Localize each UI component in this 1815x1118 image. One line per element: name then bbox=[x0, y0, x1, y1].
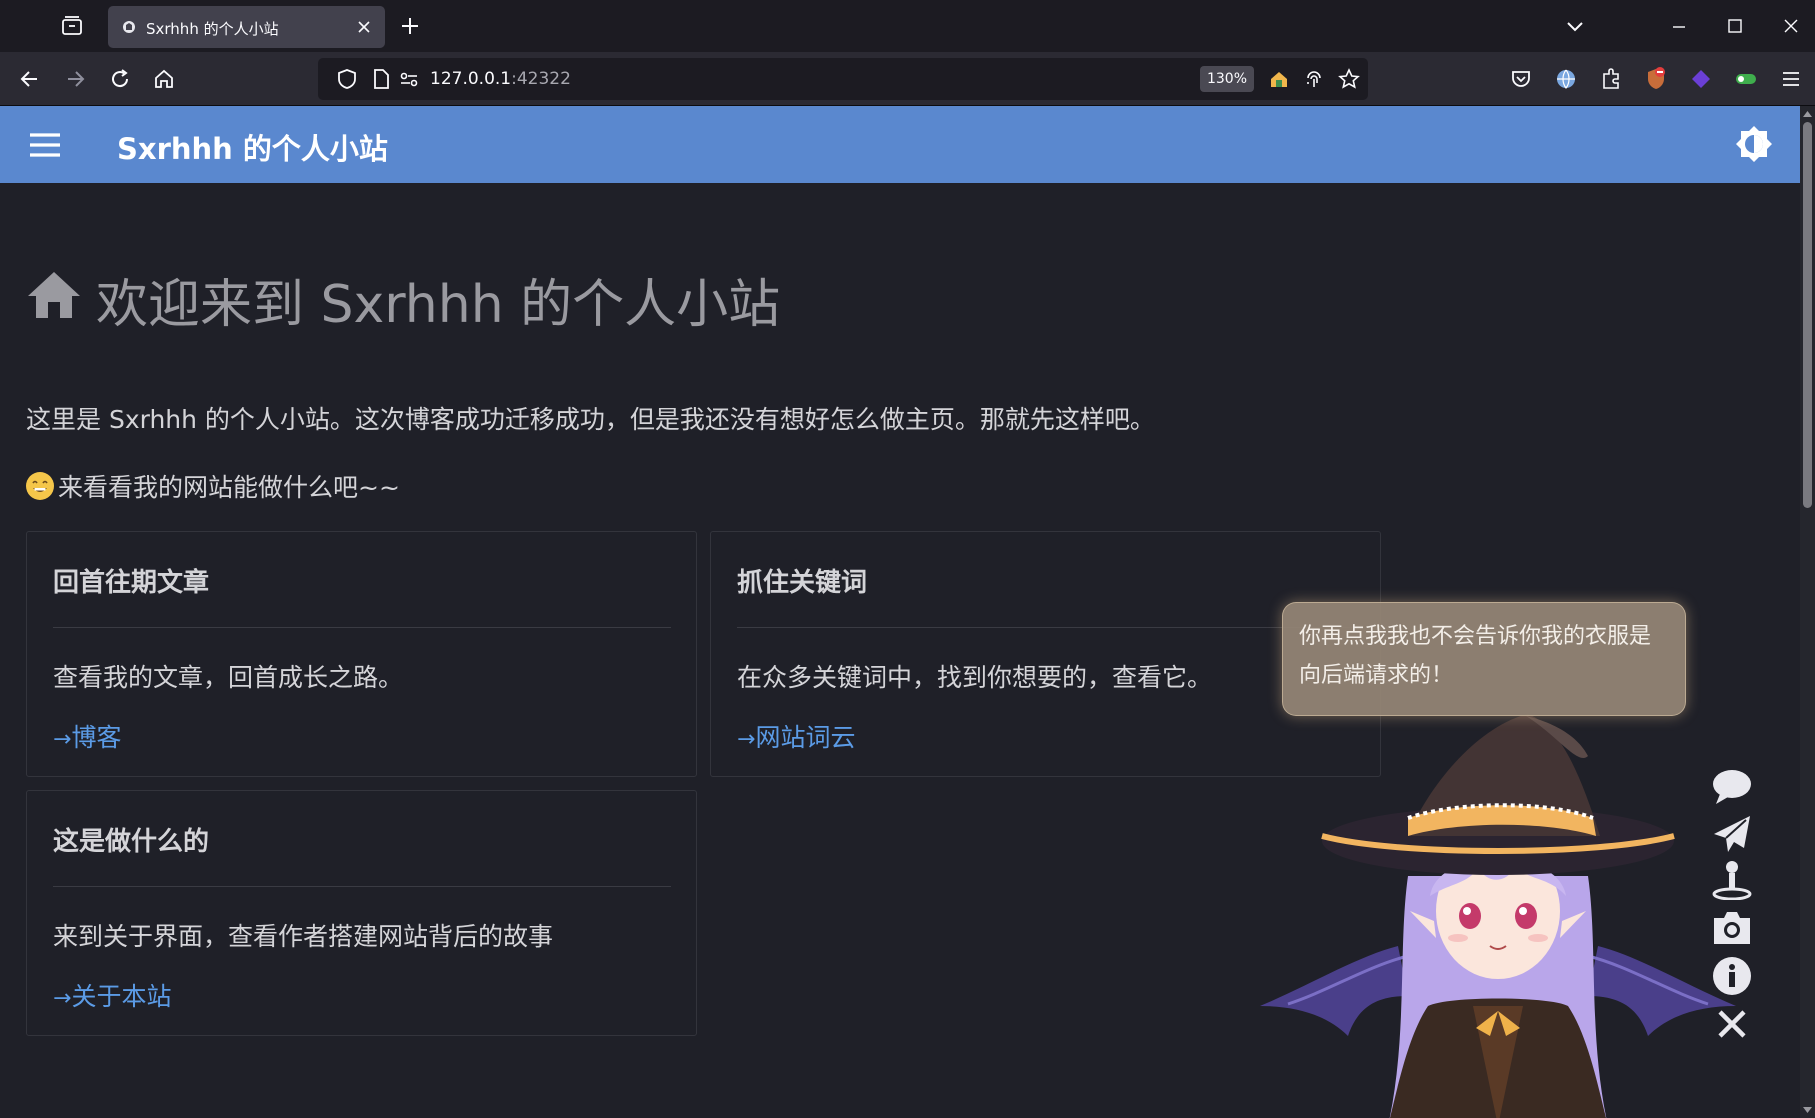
home-extension-icon[interactable] bbox=[1268, 68, 1290, 90]
tab-close-icon[interactable] bbox=[353, 16, 375, 38]
green-extension-icon[interactable] bbox=[1733, 66, 1759, 92]
info-icon[interactable] bbox=[1710, 956, 1754, 996]
browser-tab-bar: Sxrhhh 的个人小站 bbox=[0, 0, 1815, 52]
page-info-icon[interactable] bbox=[370, 68, 392, 90]
hamburger-menu-icon[interactable] bbox=[28, 130, 62, 160]
card-title: 回首往期文章 bbox=[53, 568, 210, 598]
mascot-speech-bubble: 你再点我我也不会告诉你我的衣服是向后端请求的！ bbox=[1282, 602, 1686, 716]
bookmark-star-icon[interactable] bbox=[1338, 68, 1360, 90]
card-divider bbox=[737, 627, 1355, 628]
home-icon bbox=[28, 272, 80, 318]
extensions-icon[interactable] bbox=[1598, 66, 1624, 92]
arrow-right-icon: → bbox=[53, 727, 72, 752]
card-blog: 回首往期文章 查看我的文章，回首成长之路。 →博客 bbox=[26, 531, 697, 777]
card-divider bbox=[53, 627, 671, 628]
tab-list-icon[interactable] bbox=[60, 14, 84, 38]
grin-emoji-icon bbox=[26, 472, 54, 500]
home-button-icon[interactable] bbox=[151, 66, 177, 92]
send-icon[interactable] bbox=[1710, 814, 1754, 854]
tab-title: Sxrhhh 的个人小站 bbox=[146, 20, 279, 38]
blog-link[interactable]: →博客 bbox=[53, 718, 121, 754]
card-title: 抓住关键词 bbox=[737, 568, 868, 598]
list-all-tabs-icon[interactable] bbox=[1563, 14, 1587, 38]
translate-globe-icon[interactable] bbox=[1553, 66, 1579, 92]
scroll-up-icon[interactable] bbox=[1803, 110, 1812, 118]
site-favicon-icon bbox=[123, 21, 135, 33]
card-title: 这是做什么的 bbox=[53, 827, 210, 857]
page-title: 欢迎来到 Sxrhhh 的个人小站 bbox=[96, 275, 781, 335]
about-link[interactable]: →关于本站 bbox=[53, 977, 171, 1013]
new-tab-icon[interactable] bbox=[398, 14, 422, 38]
user-icon[interactable] bbox=[1710, 860, 1754, 900]
ublock-extension-icon[interactable] bbox=[1643, 66, 1669, 92]
maximize-icon[interactable] bbox=[1723, 14, 1747, 38]
forward-icon[interactable] bbox=[62, 66, 88, 92]
site-app-bar: Sxrhhh 的个人小站 bbox=[0, 106, 1800, 183]
close-icon[interactable] bbox=[1710, 1004, 1754, 1044]
card-description: 来到关于界面，查看作者搭建网站背后的故事 bbox=[53, 922, 554, 951]
permissions-icon[interactable] bbox=[398, 68, 420, 90]
card-description: 在众多关键词中，找到你想要的，查看它。 bbox=[737, 663, 1213, 692]
address-bar[interactable]: 127.0.0.1:42322 130% bbox=[318, 58, 1368, 100]
url-text[interactable]: 127.0.0.1:42322 bbox=[430, 69, 571, 89]
back-icon[interactable] bbox=[17, 66, 43, 92]
intro-text: 这里是 Sxrhhh 的个人小站。这次博客成功迁移成功，但是我还没有想好怎么做主… bbox=[26, 405, 1155, 434]
app-menu-icon[interactable] bbox=[1778, 66, 1804, 92]
bubble-text: 你再点我我也不会告诉你我的衣服是向后端请求的！ bbox=[1299, 624, 1652, 688]
chat-icon[interactable] bbox=[1710, 766, 1754, 806]
pocket-icon[interactable] bbox=[1508, 66, 1534, 92]
browser-tab-active[interactable]: Sxrhhh 的个人小站 bbox=[108, 6, 385, 48]
browser-nav-bar: 127.0.0.1:42322 130% bbox=[0, 52, 1815, 106]
theme-toggle-icon[interactable] bbox=[1734, 124, 1774, 164]
card-divider bbox=[53, 886, 671, 887]
arrow-right-icon: → bbox=[737, 727, 756, 752]
card-about: 这是做什么的 来到关于界面，查看作者搭建网站背后的故事 →关于本站 bbox=[26, 790, 697, 1036]
page-scrollbar[interactable] bbox=[1800, 106, 1815, 1118]
tracking-shield-icon[interactable] bbox=[336, 68, 358, 90]
fingerprint-icon[interactable] bbox=[1303, 68, 1325, 90]
purple-extension-icon[interactable] bbox=[1688, 66, 1714, 92]
live2d-witch-mascot[interactable] bbox=[1258, 706, 1738, 1118]
card-description: 查看我的文章，回首成长之路。 bbox=[53, 663, 404, 692]
camera-icon[interactable] bbox=[1710, 908, 1754, 948]
window-close-icon[interactable] bbox=[1779, 14, 1803, 38]
scroll-down-icon[interactable] bbox=[1803, 1106, 1812, 1114]
zoom-level-badge[interactable]: 130% bbox=[1200, 66, 1254, 92]
reload-icon[interactable] bbox=[107, 66, 133, 92]
minimize-icon[interactable] bbox=[1667, 14, 1691, 38]
cta-text: 来看看我的网站能做什么吧~~ bbox=[26, 468, 400, 504]
wordcloud-link[interactable]: →网站词云 bbox=[737, 718, 855, 754]
web-page: Sxrhhh 的个人小站 欢迎来到 Sxrhhh 的个人小站 这里是 Sxrhh… bbox=[0, 106, 1800, 1118]
arrow-right-icon: → bbox=[53, 986, 72, 1011]
site-title[interactable]: Sxrhhh 的个人小站 bbox=[117, 126, 388, 168]
scrollbar-thumb[interactable] bbox=[1803, 122, 1812, 508]
